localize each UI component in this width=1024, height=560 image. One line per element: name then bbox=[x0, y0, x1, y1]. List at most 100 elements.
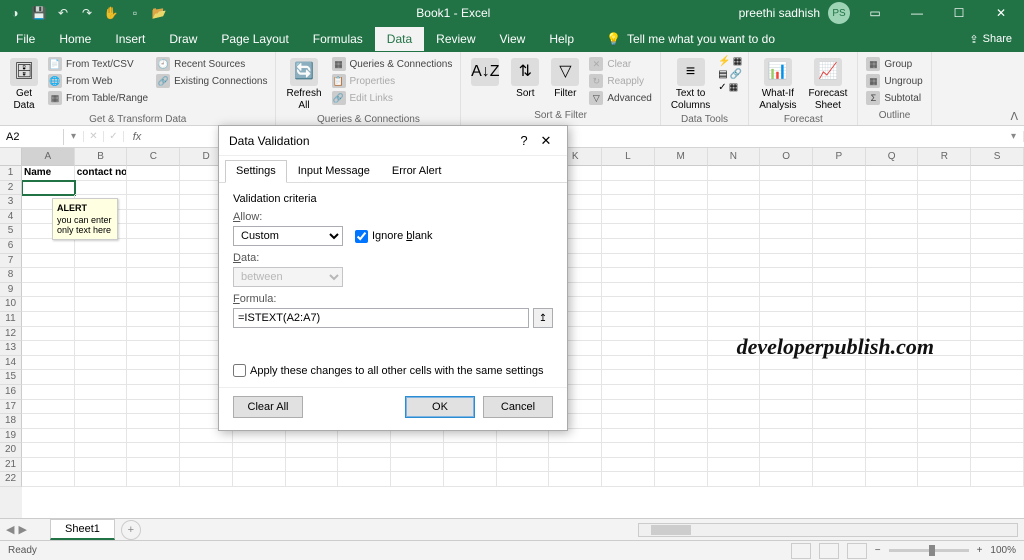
from-web[interactable]: 🌐From Web bbox=[46, 73, 150, 89]
cancel-button[interactable]: Cancel bbox=[483, 396, 553, 418]
tab-formulas[interactable]: Formulas bbox=[301, 27, 375, 51]
zoom-out-icon[interactable]: − bbox=[875, 545, 881, 556]
avatar[interactable]: PS bbox=[828, 2, 850, 24]
cell-R4[interactable] bbox=[918, 210, 971, 225]
cell-O6[interactable] bbox=[760, 239, 813, 254]
cell-L10[interactable] bbox=[602, 297, 655, 312]
cell-C7[interactable] bbox=[127, 254, 180, 269]
cell-M7[interactable] bbox=[655, 254, 708, 269]
cell-S3[interactable] bbox=[971, 195, 1024, 210]
cell-P19[interactable] bbox=[813, 429, 866, 444]
tab-page-layout[interactable]: Page Layout bbox=[209, 27, 300, 51]
cell-L6[interactable] bbox=[602, 239, 655, 254]
cell-R21[interactable] bbox=[918, 458, 971, 473]
cell-R8[interactable] bbox=[918, 268, 971, 283]
cell-C18[interactable] bbox=[127, 414, 180, 429]
cell-S20[interactable] bbox=[971, 443, 1024, 458]
page-layout-view-icon[interactable] bbox=[819, 543, 839, 559]
tab-review[interactable]: Review bbox=[424, 27, 487, 51]
cell-S19[interactable] bbox=[971, 429, 1024, 444]
cell-L4[interactable] bbox=[602, 210, 655, 225]
name-box-dropdown-icon[interactable]: ▾ bbox=[64, 131, 84, 142]
cell-S9[interactable] bbox=[971, 283, 1024, 298]
cell-Q17[interactable] bbox=[866, 400, 919, 415]
open-icon[interactable]: 📂 bbox=[150, 4, 168, 22]
cell-Q5[interactable] bbox=[866, 224, 919, 239]
cell-B8[interactable] bbox=[75, 268, 128, 283]
cell-Q1[interactable] bbox=[866, 166, 919, 181]
cell-H22[interactable] bbox=[391, 472, 444, 487]
dialog-close-icon[interactable]: ✕ bbox=[535, 133, 557, 149]
cell-L14[interactable] bbox=[602, 356, 655, 371]
column-header-B[interactable]: B bbox=[75, 148, 128, 166]
cell-N10[interactable] bbox=[708, 297, 761, 312]
cell-L15[interactable] bbox=[602, 370, 655, 385]
cell-J20[interactable] bbox=[497, 443, 550, 458]
cell-M15[interactable] bbox=[655, 370, 708, 385]
cell-C2[interactable] bbox=[127, 181, 180, 196]
cell-M21[interactable] bbox=[655, 458, 708, 473]
cell-C4[interactable] bbox=[127, 210, 180, 225]
cell-P11[interactable] bbox=[813, 312, 866, 327]
cell-O7[interactable] bbox=[760, 254, 813, 269]
row-header-19[interactable]: 19 bbox=[0, 429, 22, 444]
tab-insert[interactable]: Insert bbox=[103, 27, 157, 51]
cell-N19[interactable] bbox=[708, 429, 761, 444]
cell-N2[interactable] bbox=[708, 181, 761, 196]
cell-O19[interactable] bbox=[760, 429, 813, 444]
cell-S21[interactable] bbox=[971, 458, 1024, 473]
cell-O17[interactable] bbox=[760, 400, 813, 415]
cell-L16[interactable] bbox=[602, 385, 655, 400]
cell-P16[interactable] bbox=[813, 385, 866, 400]
cell-P7[interactable] bbox=[813, 254, 866, 269]
cell-M8[interactable] bbox=[655, 268, 708, 283]
cell-B11[interactable] bbox=[75, 312, 128, 327]
cell-A20[interactable] bbox=[22, 443, 75, 458]
cell-B20[interactable] bbox=[75, 443, 128, 458]
get-data-button[interactable]: 🗄 Get Data bbox=[6, 56, 42, 114]
cell-L20[interactable] bbox=[602, 443, 655, 458]
cell-A16[interactable] bbox=[22, 385, 75, 400]
cell-M6[interactable] bbox=[655, 239, 708, 254]
cell-P1[interactable] bbox=[813, 166, 866, 181]
cell-B15[interactable] bbox=[75, 370, 128, 385]
cell-B19[interactable] bbox=[75, 429, 128, 444]
cell-B10[interactable] bbox=[75, 297, 128, 312]
cell-P22[interactable] bbox=[813, 472, 866, 487]
column-header-C[interactable]: C bbox=[127, 148, 180, 166]
cell-A1[interactable]: Name bbox=[22, 166, 75, 181]
cell-Q3[interactable] bbox=[866, 195, 919, 210]
cell-N17[interactable] bbox=[708, 400, 761, 415]
cell-S11[interactable] bbox=[971, 312, 1024, 327]
cell-Q7[interactable] bbox=[866, 254, 919, 269]
cell-Q18[interactable] bbox=[866, 414, 919, 429]
cell-O3[interactable] bbox=[760, 195, 813, 210]
cell-C1[interactable] bbox=[127, 166, 180, 181]
cell-J21[interactable] bbox=[497, 458, 550, 473]
column-header-L[interactable]: L bbox=[602, 148, 655, 166]
cell-B12[interactable] bbox=[75, 327, 128, 342]
undo-icon[interactable]: ↶ bbox=[54, 4, 72, 22]
cell-A12[interactable] bbox=[22, 327, 75, 342]
cell-C6[interactable] bbox=[127, 239, 180, 254]
sheet-nav-prev-icon[interactable]: ◀ bbox=[6, 523, 14, 536]
column-header-O[interactable]: O bbox=[760, 148, 813, 166]
cell-M16[interactable] bbox=[655, 385, 708, 400]
cell-E20[interactable] bbox=[233, 443, 286, 458]
cell-Q11[interactable] bbox=[866, 312, 919, 327]
cell-Q10[interactable] bbox=[866, 297, 919, 312]
cell-N5[interactable] bbox=[708, 224, 761, 239]
cell-S16[interactable] bbox=[971, 385, 1024, 400]
row-header-4[interactable]: 4 bbox=[0, 210, 22, 225]
ungroup-button[interactable]: ▦Ungroup bbox=[864, 73, 924, 89]
cell-L12[interactable] bbox=[602, 327, 655, 342]
cell-B1[interactable]: contact no bbox=[75, 166, 128, 181]
from-table-range[interactable]: ▦From Table/Range bbox=[46, 90, 150, 106]
queries-connections[interactable]: ▦Queries & Connections bbox=[330, 56, 455, 72]
cell-S18[interactable] bbox=[971, 414, 1024, 429]
cell-N3[interactable] bbox=[708, 195, 761, 210]
cell-N6[interactable] bbox=[708, 239, 761, 254]
apply-changes-input[interactable] bbox=[233, 364, 246, 377]
autosave-icon[interactable]: ◑ bbox=[6, 4, 24, 22]
range-selector-icon[interactable]: ↥ bbox=[533, 308, 553, 328]
